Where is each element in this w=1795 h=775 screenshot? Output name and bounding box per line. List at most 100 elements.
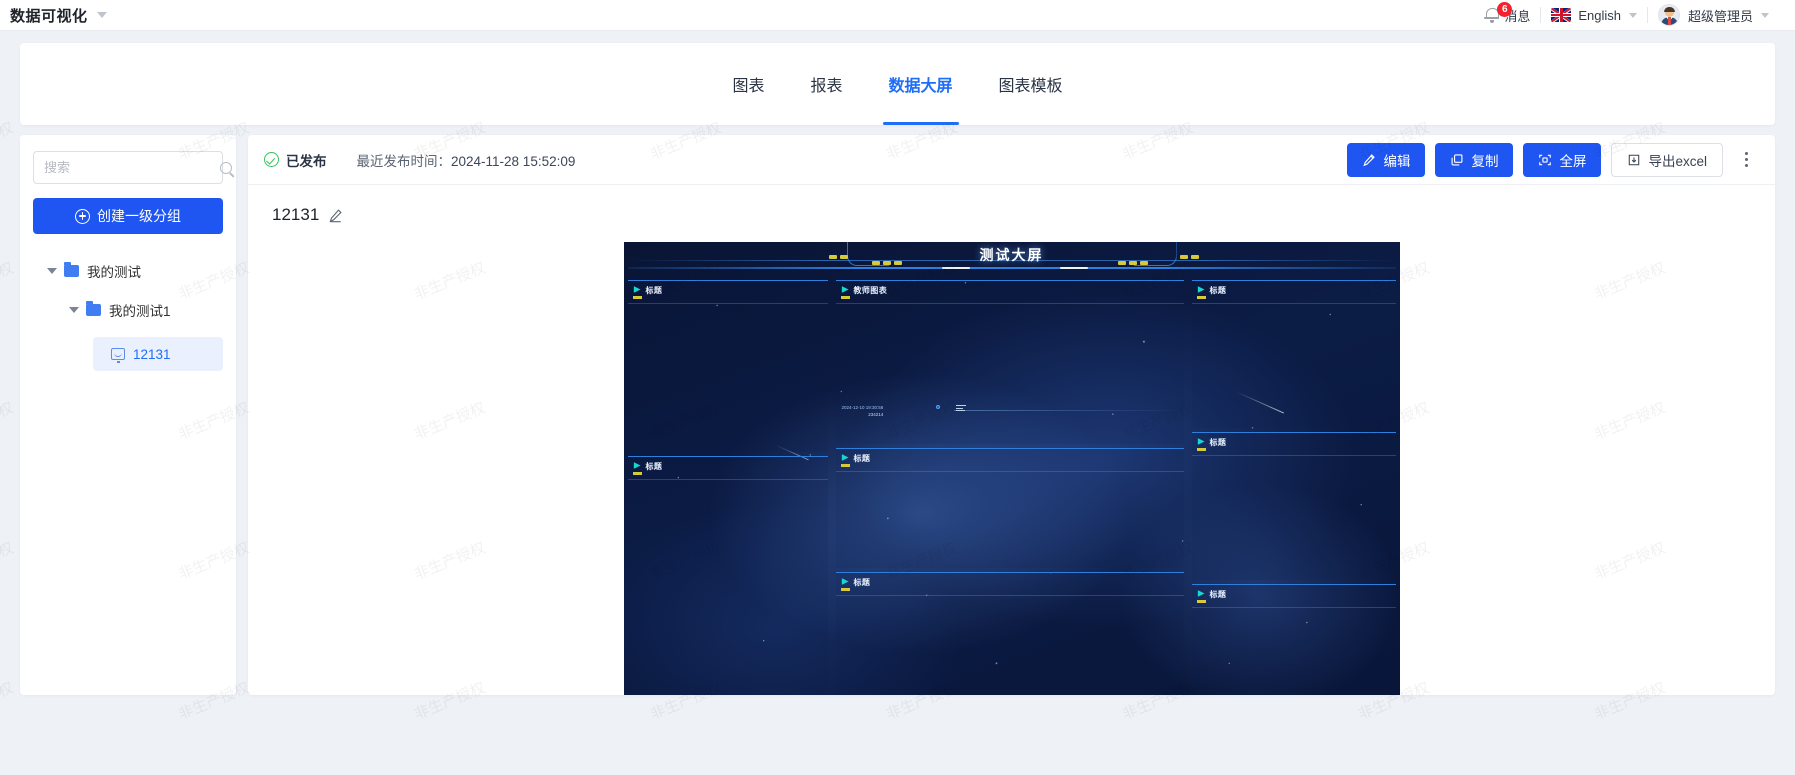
dashboard-preview-wrapper: 测试大屏 标题 教师图表 2024-12-10 19:30:58 234214 …	[248, 225, 1775, 695]
panel-marker-icon	[1197, 286, 1205, 293]
page-title: 12131	[272, 205, 320, 224]
panel-marker-icon	[633, 462, 641, 469]
content-toolbar: 已发布 最近发布时间：2024-11-28 15:52:09 编辑 复制 全屏 …	[248, 135, 1775, 185]
export-excel-button[interactable]: 导出excel	[1611, 142, 1723, 177]
messages-button[interactable]: 消息 6	[1475, 1, 1540, 25]
panel-title: 标题	[853, 454, 871, 463]
tree-node-label: 我的测试	[87, 265, 141, 280]
folder-icon	[64, 262, 79, 277]
dashboard-header: 测试大屏	[624, 242, 1400, 276]
create-group-label: 创建一级分组	[97, 208, 181, 224]
check-circle-icon	[264, 152, 279, 167]
watermark-text: 非生产授权	[0, 259, 16, 304]
language-selector[interactable]: English	[1541, 8, 1647, 23]
panel-title: 标题	[853, 578, 871, 587]
folder-icon	[86, 301, 101, 316]
panel-tick-icon	[632, 472, 642, 475]
panel-marker-icon	[841, 286, 849, 293]
tab-reports[interactable]: 报表	[810, 43, 842, 125]
edit-label: 编辑	[1383, 153, 1411, 169]
fullscreen-button[interactable]: 全屏	[1523, 142, 1602, 177]
panel-bottom-right[interactable]: 标题	[1191, 584, 1396, 695]
export-excel-label: 导出excel	[1648, 153, 1707, 169]
publish-time-label: 最近发布时间：	[356, 153, 452, 169]
language-label: English	[1578, 7, 1621, 23]
chart-annotation-datetime: 2024-12-10 19:30:58	[841, 405, 884, 410]
screen-icon	[111, 348, 125, 363]
status-badge: 已发布	[286, 153, 327, 169]
dashboard-preview[interactable]: 测试大屏 标题 教师图表 2024-12-10 19:30:58 234214 …	[623, 242, 1400, 695]
watermark-text: 非生产授权	[0, 539, 16, 584]
search-input[interactable]	[44, 160, 220, 175]
panel-teacher-chart[interactable]: 教师图表 2024-12-10 19:30:58 234214	[835, 280, 1184, 444]
chevron-down-icon	[1628, 12, 1637, 18]
copy-label: 复制	[1471, 153, 1499, 169]
uk-flag-icon	[1551, 8, 1572, 22]
watermark-text: 非生产授权	[0, 399, 16, 444]
fullscreen-icon	[1539, 154, 1552, 165]
watermark-text: 非生产授权	[0, 119, 16, 164]
panel-middle-right[interactable]: 标题	[1191, 432, 1396, 580]
tree-node-my-test[interactable]: 我的测试	[33, 254, 223, 288]
panel-marker-icon	[841, 578, 849, 585]
search-box[interactable]	[33, 151, 232, 184]
user-menu[interactable]: 超级管理员	[1648, 4, 1779, 26]
tree-node-my-test-1[interactable]: 我的测试1	[33, 293, 223, 327]
search-icon[interactable]	[220, 161, 232, 174]
panel-grid: 标题 教师图表 2024-12-10 19:30:58 234214 标题 标题…	[624, 276, 1400, 695]
more-vertical-icon[interactable]	[1735, 146, 1757, 174]
watermark-text: 非生产授权	[0, 679, 16, 724]
panel-title: 教师图表	[853, 286, 888, 295]
top-bar-right: 消息 6 English 超级管理员	[1475, 0, 1779, 30]
panel-marker-icon	[1197, 590, 1205, 597]
main-area: 创建一级分组 我的测试 我的测试1 12131 已发布 最	[20, 135, 1775, 695]
publish-time: 最近发布时间：2024-11-28 15:52:09	[357, 150, 576, 170]
tab-charts[interactable]: 图表	[732, 43, 764, 125]
app-title: 数据可视化	[10, 7, 88, 25]
chart-annotation-value: 234214	[868, 411, 884, 417]
panel-marker-icon	[1197, 438, 1205, 445]
panel-tick-icon	[1196, 448, 1206, 451]
chart-guide-line	[953, 410, 1184, 411]
download-box-icon	[1629, 154, 1640, 165]
tab-chart-templates[interactable]: 图表模板	[999, 43, 1063, 125]
pencil-edit-icon[interactable]	[328, 208, 343, 223]
tree-node-12131[interactable]: 12131	[93, 337, 223, 371]
chart-point-marker	[935, 405, 940, 409]
dashboard-title: 测试大屏	[979, 247, 1044, 263]
chart-bars-decoration	[955, 405, 966, 413]
panel-marker-icon	[841, 454, 849, 461]
panel-tick-icon	[1196, 296, 1206, 299]
plus-circle-icon	[75, 208, 90, 224]
fullscreen-label: 全屏	[1559, 153, 1587, 169]
publish-time-value: 2024-11-28 15:52:09	[451, 153, 576, 169]
chevron-down-icon[interactable]	[96, 12, 107, 18]
create-group-button[interactable]: 创建一级分组	[33, 198, 223, 234]
panel-bottom-left[interactable]: 标题	[627, 456, 828, 695]
panel-marker-icon	[633, 286, 641, 293]
copy-button[interactable]: 复制	[1435, 142, 1514, 177]
board-title-row: 12131	[248, 185, 1775, 225]
user-name-label: 超级管理员	[1687, 8, 1753, 24]
edit-button[interactable]: 编辑	[1347, 142, 1426, 177]
panel-tick-icon	[1196, 600, 1206, 603]
toolbar-actions: 编辑 复制 全屏 导出excel	[1347, 142, 1757, 177]
sidebar: 创建一级分组 我的测试 我的测试1 12131	[20, 135, 236, 695]
chart-annotation: 2024-12-10 19:30:58 234214	[842, 405, 884, 419]
content-panel: 已发布 最近发布时间：2024-11-28 15:52:09 编辑 复制 全屏 …	[248, 135, 1775, 695]
panel-tick-icon	[840, 296, 850, 299]
panel-top-right[interactable]: 标题	[1191, 280, 1396, 428]
panel-middle-center[interactable]: 标题	[835, 448, 1184, 568]
caret-expanded-icon[interactable]	[47, 268, 57, 274]
tab-list: 图表 报表 数据大屏 图表模板	[732, 43, 1063, 125]
pencil-icon	[1363, 153, 1376, 166]
tab-data-screen[interactable]: 数据大屏	[882, 43, 959, 125]
panel-bottom-center[interactable]: 标题	[835, 572, 1184, 695]
panel-tick-icon	[840, 464, 850, 467]
tree-node-label: 12131	[133, 346, 171, 362]
avatar	[1657, 4, 1680, 26]
panel-tick-icon	[632, 296, 642, 299]
panel-top-left[interactable]: 标题	[627, 280, 828, 452]
caret-expanded-icon[interactable]	[69, 307, 79, 313]
tab-bar-card: 图表 报表 数据大屏 图表模板	[20, 43, 1775, 125]
